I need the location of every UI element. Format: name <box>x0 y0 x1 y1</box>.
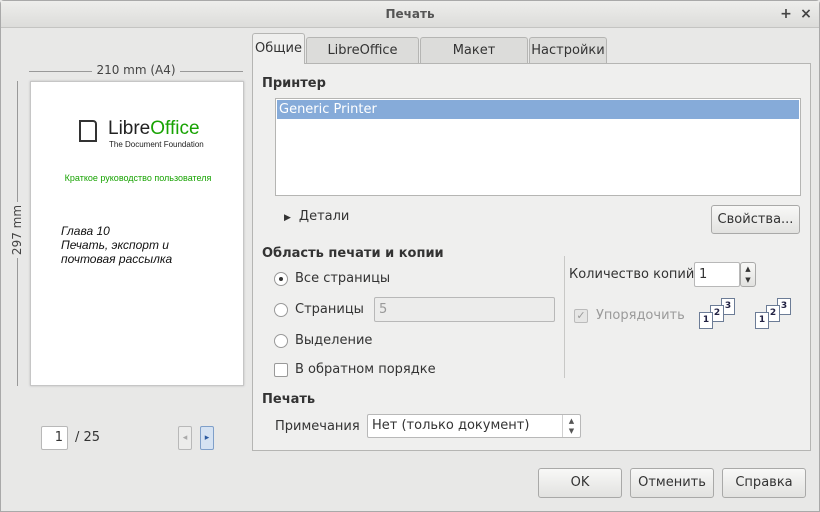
collated-pages-icon: 3 2 1 <box>755 298 795 334</box>
prev-page-button[interactable]: ◂ <box>178 426 192 450</box>
reverse-order-label: В обратном порядке <box>295 362 436 377</box>
comments-value: Нет (только документ) <box>372 418 530 433</box>
next-page-button[interactable]: ▸ <box>200 426 214 450</box>
title-bar: Печать + × <box>1 1 819 28</box>
page-number-input[interactable]: 1 <box>41 426 68 450</box>
selection-label: Выделение <box>295 333 373 348</box>
pages-radio[interactable] <box>274 303 288 317</box>
collated-pages-icon: 3 2 1 <box>699 298 739 334</box>
properties-button[interactable]: Свойства... <box>711 205 800 234</box>
range-separator <box>564 256 565 378</box>
comments-select[interactable]: Нет (только документ) ▲ ▼ <box>367 414 581 438</box>
logo-name-prefix: Libre <box>108 118 151 139</box>
width-label: 210 mm (A4) <box>92 63 180 77</box>
print-dialog: Печать + × 210 mm (A4) 297 mm LibreOffic… <box>0 0 820 512</box>
pages-label: Страницы <box>295 302 364 317</box>
libreoffice-logo: LibreOffice The Document Foundation <box>79 118 209 149</box>
printer-section-title: Принтер <box>262 76 326 91</box>
printer-item[interactable]: Generic Printer <box>277 100 799 119</box>
general-panel: Принтер Generic Printer ▶ Детали Свойства… <box>252 63 811 451</box>
reverse-order-checkbox[interactable] <box>274 363 288 377</box>
document-icon <box>79 120 97 142</box>
close-icon[interactable]: × <box>797 5 815 23</box>
logo-name: LibreOffice <box>108 118 200 140</box>
help-button[interactable]: Справка <box>722 468 806 498</box>
selection-radio[interactable] <box>274 334 288 348</box>
cancel-button[interactable]: Отменить <box>630 468 714 498</box>
tab-general[interactable]: Общие <box>252 33 305 64</box>
details-expander[interactable]: ▶ Детали <box>284 209 349 224</box>
all-pages-label: Все страницы <box>295 271 391 286</box>
print-section-title: Печать <box>262 392 316 407</box>
copies-label: Количество копий <box>569 267 695 282</box>
printer-list[interactable]: Generic Printer <box>275 98 801 196</box>
chapter-line: Глава 10 <box>61 224 110 238</box>
maximize-icon[interactable]: + <box>777 5 795 23</box>
window-title: Печать <box>385 7 435 21</box>
height-dimension: 297 mm <box>9 81 25 386</box>
collate-checkbox[interactable]: ✓ <box>574 309 588 323</box>
pages-input[interactable]: 5 <box>374 297 555 322</box>
ok-button[interactable]: OK <box>538 468 622 498</box>
tab-libreoffice-writer[interactable]: LibreOffice Writer <box>306 37 419 83</box>
guide-title: Краткое руководство пользователя <box>64 173 212 183</box>
chapter-line: Печать, экспорт и <box>61 238 169 252</box>
width-dimension: 210 mm (A4) <box>29 63 243 77</box>
chapter-title: Глава 10 Печать, экспорт и почтовая расс… <box>61 224 172 266</box>
logo-subtitle: The Document Foundation <box>109 140 204 149</box>
range-section-title: Область печати и копии <box>262 246 444 261</box>
height-label: 297 mm <box>10 202 24 258</box>
expand-arrow-icon: ▶ <box>284 213 291 223</box>
chapter-line: почтовая рассылка <box>61 252 173 266</box>
chevron-updown-icon: ▲ ▼ <box>562 415 580 437</box>
logo-name-suffix: Office <box>150 118 200 139</box>
page-preview: LibreOffice The Document Foundation Крат… <box>30 81 244 386</box>
tab-settings[interactable]: Настройки <box>529 37 607 64</box>
comments-label: Примечания <box>275 419 360 434</box>
all-pages-radio[interactable] <box>274 272 288 286</box>
page-total: / 25 <box>75 430 101 445</box>
collate-label: Упорядочить <box>596 308 685 323</box>
copies-spin-button[interactable]: ▲ ▼ <box>740 262 756 287</box>
details-label: Детали <box>298 209 350 224</box>
tab-page-layout[interactable]: Макет страницы <box>420 37 528 83</box>
copies-input[interactable]: 1 <box>694 262 740 287</box>
